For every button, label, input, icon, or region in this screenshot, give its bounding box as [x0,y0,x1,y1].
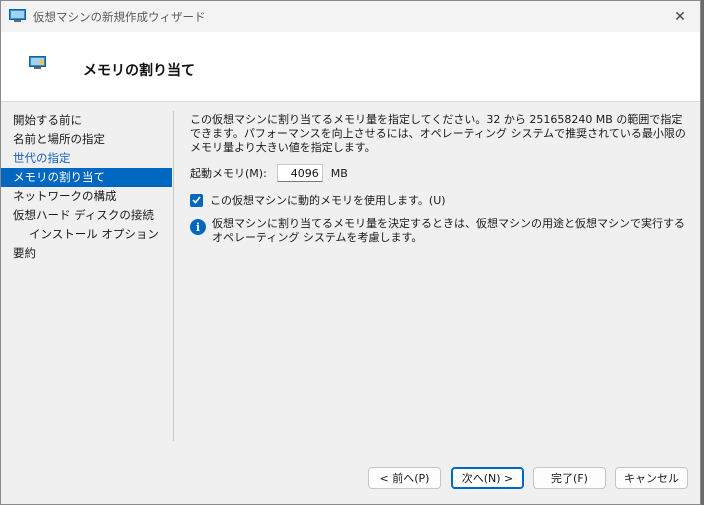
nav-item-summary[interactable]: 要約 [1,244,172,263]
memory-description: この仮想マシンに割り当てるメモリ量を指定してください。32 から 2516582… [190,113,686,154]
nav-item-generation[interactable]: 世代の指定 [1,149,172,168]
page-header: メモリの割り当て [1,32,700,102]
memory-settings-panel: この仮想マシンに割り当てるメモリ量を指定してください。32 から 2516582… [190,113,690,244]
startup-memory-row: 起動メモリ(M): MB [190,163,348,183]
nav-item-virtual-hard-disk[interactable]: 仮想ハード ディスクの接続 [1,206,172,225]
wizard-window: 仮想マシンの新規作成ウィザード ✕ メモリの割り当て 開始する前に 名前と場所の… [0,0,701,505]
window-title: 仮想マシンの新規作成ウィザード [33,10,206,24]
nav-item-networking[interactable]: ネットワークの構成 [1,187,172,206]
nav-divider [173,111,174,441]
close-icon: ✕ [674,8,686,25]
page-title: メモリの割り当て [83,63,195,79]
startup-memory-input[interactable] [276,164,323,182]
title-bar: 仮想マシンの新規作成ウィザード ✕ [1,1,700,32]
close-button[interactable]: ✕ [660,1,700,32]
finish-button[interactable]: 完了(F) [533,467,606,489]
dynamic-memory-row[interactable]: この仮想マシンに動的メモリを使用します。(U) [190,192,446,208]
previous-button[interactable]: < 前へ(P) [368,467,441,489]
hyper-v-vm-icon [9,9,26,22]
next-button[interactable]: 次へ(N) > [451,467,524,489]
wizard-steps-nav: 開始する前に 名前と場所の指定 世代の指定 メモリの割り当て ネットワークの構成… [1,102,173,442]
nav-item-installation-options[interactable]: インストール オプション [1,225,172,244]
checkmark-icon [192,196,201,204]
cancel-button[interactable]: キャンセル [615,467,688,489]
info-icon: i [190,219,206,235]
memory-page-icon [29,56,46,69]
memory-unit-label: MB [330,166,348,180]
nav-item-before-you-begin[interactable]: 開始する前に [1,111,172,130]
dynamic-memory-checkbox[interactable] [190,193,203,207]
startup-memory-label: 起動メモリ(M): [190,167,267,180]
nav-item-name-location[interactable]: 名前と場所の指定 [1,130,172,149]
memory-info-text: 仮想マシンに割り当てるメモリ量を決定するときは、仮想マシンの用途と仮想マシンで実… [212,217,685,244]
dynamic-memory-label[interactable]: この仮想マシンに動的メモリを使用します。(U) [210,192,446,208]
nav-item-assign-memory[interactable]: メモリの割り当て [1,168,172,187]
